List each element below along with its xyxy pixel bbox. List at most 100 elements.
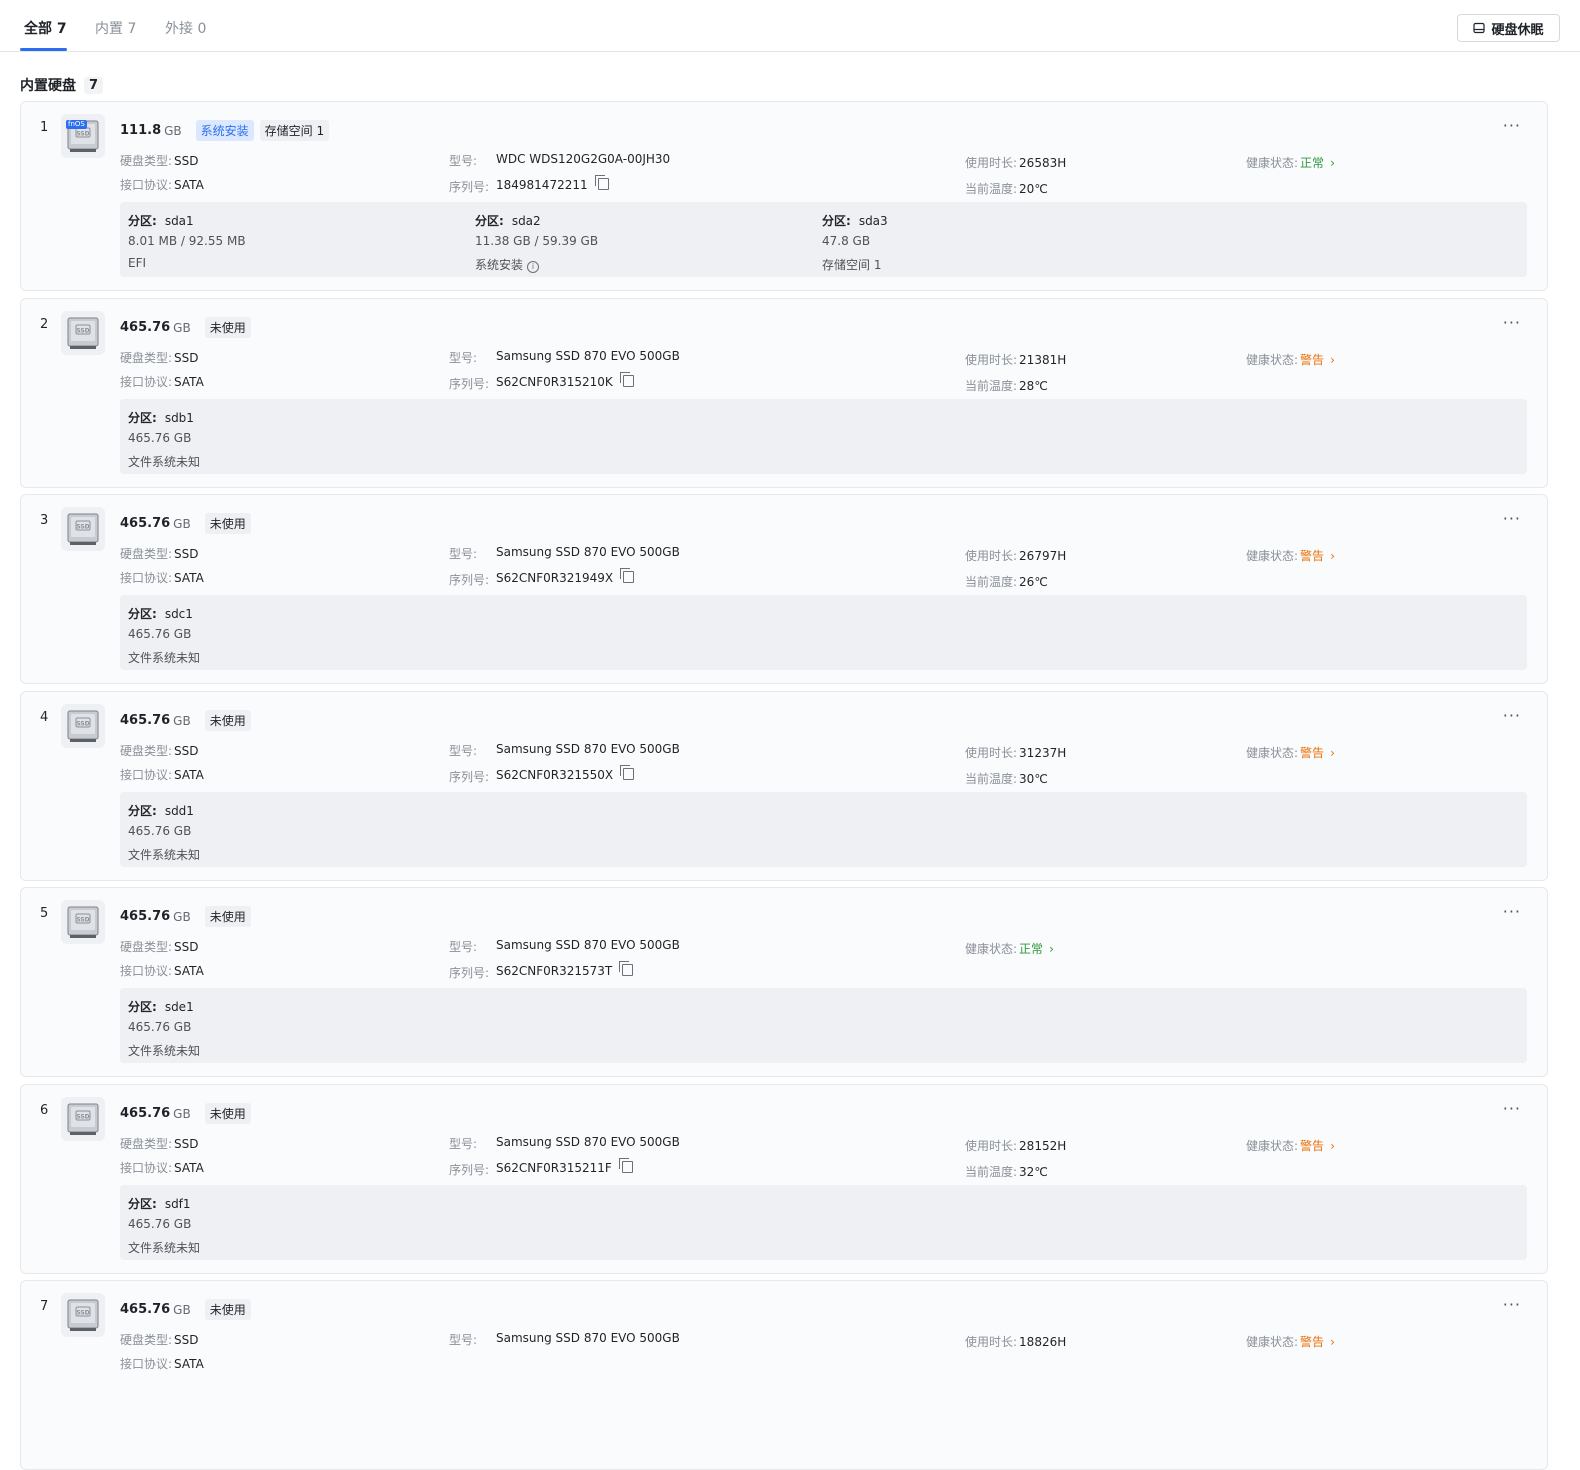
interface-value: SATA [174,1161,204,1175]
ssd-drive-icon: SSD [61,1293,105,1337]
model-label: 型号: [449,744,478,758]
disk-serial: 序列号: 184981472211 [449,175,609,195]
disk-interface: 接口协议: SATA [120,176,204,193]
temperature-value: 26℃ [1019,575,1048,589]
partition-label: 分区: [128,607,157,621]
drive-icon [1473,22,1486,34]
tab-all[interactable]: 全部 7 [24,18,67,38]
more-options-button[interactable]: ··· [1503,509,1521,528]
disk-sleep-button[interactable]: 硬盘休眠 [1457,14,1560,42]
interface-label: 接口协议: [120,964,173,978]
health-status[interactable]: 健康状态: 警告 › [1246,1333,1335,1350]
disk-card[interactable]: 7 SSD 465.76 GB 未使用 ··· 硬盘类型: SSD 接口协议: SATA 型号: Sa… [20,1280,1548,1470]
capacity-unit: GB [173,909,191,924]
partition-fs-row: 系统安装 i [475,256,540,273]
capacity-unit: GB [164,123,182,138]
status-badge: 未使用 [204,513,251,534]
capacity-value: 465.76 [120,516,171,531]
temperature: 当前温度: 28℃ [965,377,1048,394]
health-status[interactable]: 健康状态: 警告 › [1246,351,1335,368]
info-icon[interactable]: i [527,261,540,273]
copy-icon[interactable] [620,568,635,583]
temperature-value: 30℃ [1019,772,1048,786]
health-label: 健康状态: [1246,549,1299,563]
disk-index: 4 [40,710,49,725]
more-options-button[interactable]: ··· [1503,313,1521,332]
health-label: 健康状态: [1246,746,1299,760]
model-label: 型号: [449,940,478,954]
disk-card[interactable]: 2 SSD 465.76 GB 未使用 ··· 硬盘类型: SSD 接口协议: SATA 型号: Sa… [20,298,1548,488]
partition-name: sdf1 [164,1197,191,1211]
disk-card[interactable]: 1 SSD fnOS 111.8 GB 系统安装 存储空间 1 ··· 硬盘类型: SSD 接口协议… [20,101,1548,291]
disk-serial: 序列号: S62CNF0R321949X [449,568,635,588]
serial-value: S62CNF0R315210K [496,375,613,389]
temperature-label: 当前温度: [965,1165,1018,1179]
copy-icon[interactable] [594,175,609,190]
tab-external[interactable]: 外接 0 [165,18,206,38]
disk-card[interactable]: 4 SSD 465.76 GB 未使用 ··· 硬盘类型: SSD 接口协议: SATA 型号: Sa… [20,691,1548,881]
partition-fs-row: 文件系统未知 [128,1239,200,1256]
copy-icon[interactable] [620,765,635,780]
disk-type-label: 硬盘类型: [120,1137,173,1151]
partition-panel: 分区: sdf1 465.76 GB 文件系统未知 [120,1185,1527,1260]
tab-internal[interactable]: 内置 7 [95,18,136,38]
disk-capacity-row: 465.76 GB 未使用 [120,317,251,338]
disk-card[interactable]: 3 SSD 465.76 GB 未使用 ··· 硬盘类型: SSD 接口协议: SATA 型号: Sa… [20,494,1548,684]
temperature-value: 32℃ [1019,1165,1048,1179]
usage-label: 使用时长: [965,1335,1018,1349]
capacity-unit: GB [173,320,191,335]
more-options-button[interactable]: ··· [1503,116,1521,135]
disk-type: 硬盘类型: SSD [120,152,199,169]
partition-fs-row: 文件系统未知 [128,453,200,470]
copy-icon[interactable] [619,372,634,387]
disk-type-label: 硬盘类型: [120,154,173,168]
status-badge: 存储空间 1 [259,120,330,141]
serial-value: S62CNF0R315211F [496,1161,612,1175]
disk-type: 硬盘类型: SSD [120,1135,199,1152]
health-status[interactable]: 健康状态: 警告 › [1246,547,1335,564]
health-status[interactable]: 健康状态: 警告 › [1246,744,1335,761]
partition-label: 分区: [128,214,157,228]
copy-icon[interactable] [618,1158,633,1173]
status-badge: 未使用 [204,317,251,338]
health-status[interactable]: 健康状态: 正常 › [1246,154,1335,171]
temperature-label: 当前温度: [965,575,1018,589]
usage-hours: 使用时长: 26583H [965,154,1066,171]
partition-name-row: 分区: sde1 [128,998,194,1015]
model-label: 型号: [449,1137,478,1151]
usage-value: 21381H [1019,353,1067,367]
health-label: 健康状态: [1246,156,1299,170]
partition-panel: 分区: sdc1 465.76 GB 文件系统未知 [120,595,1527,670]
disk-model: 型号: Samsung SSD 870 EVO 500GB [449,545,680,562]
health-status[interactable]: 健康状态: 正常 › [965,940,1054,957]
model-label: 型号: [449,1333,478,1347]
disk-card[interactable]: 6 SSD 465.76 GB 未使用 ··· 硬盘类型: SSD 接口协议: SATA 型号: Sa… [20,1084,1548,1274]
disk-type-value: SSD [174,744,199,758]
disk-type: 硬盘类型: SSD [120,1331,199,1348]
more-options-button[interactable]: ··· [1503,1295,1521,1314]
health-status[interactable]: 健康状态: 警告 › [1246,1137,1335,1154]
partition-name-row: 分区: sdc1 [128,605,193,622]
disk-index: 7 [40,1299,49,1314]
serial-label: 序列号: [449,573,490,587]
interface-label: 接口协议: [120,571,173,585]
disk-type: 硬盘类型: SSD [120,349,199,366]
interface-label: 接口协议: [120,1357,173,1371]
capacity-unit: GB [173,1302,191,1317]
serial-wrap: S62CNF0R315210K [496,372,634,389]
disk-capacity-row: 465.76 GB 未使用 [120,513,251,534]
chevron-right-icon: › [1330,1139,1335,1153]
chevron-right-icon: › [1330,353,1335,367]
copy-icon[interactable] [619,961,634,976]
more-options-button[interactable]: ··· [1503,902,1521,921]
capacity-value: 465.76 [120,320,171,335]
more-options-button[interactable]: ··· [1503,706,1521,725]
disk-card[interactable]: 5 SSD 465.76 GB 未使用 ··· 硬盘类型: SSD 接口协议: SATA 型号: Sa… [20,887,1548,1077]
partition-name-row: 分区: sdd1 [128,802,194,819]
more-options-button[interactable]: ··· [1503,1099,1521,1118]
disk-serial: 序列号: S62CNF0R321573T [449,961,634,981]
temperature: 当前温度: 20℃ [965,180,1048,197]
partition-panel: 分区: sdb1 465.76 GB 文件系统未知 [120,399,1527,474]
interface-label: 接口协议: [120,178,173,192]
partition-fs: 文件系统未知 [128,1044,201,1058]
